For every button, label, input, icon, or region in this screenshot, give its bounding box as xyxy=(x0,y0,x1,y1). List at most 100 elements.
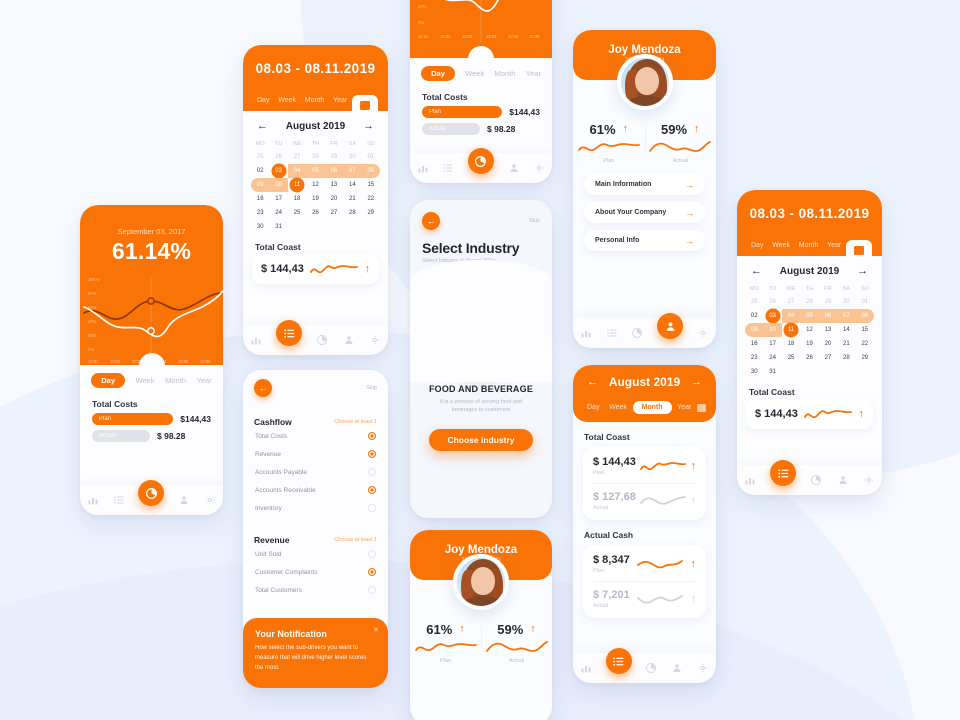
calendar-day[interactable]: 13 xyxy=(325,178,343,192)
calendar-day[interactable]: 11 xyxy=(288,178,306,192)
bar-chart-icon[interactable] xyxy=(250,334,262,346)
calendar-day[interactable]: 15 xyxy=(856,323,874,337)
tab-month[interactable]: Month xyxy=(165,376,186,385)
calendar-day[interactable]: 21 xyxy=(837,337,855,351)
calendar-day[interactable]: 14 xyxy=(837,323,855,337)
calendar-day[interactable]: 26 xyxy=(306,206,324,220)
calendar-day[interactable]: 30 xyxy=(837,295,855,309)
tab-year[interactable]: Year xyxy=(197,376,212,385)
calendar-day[interactable]: 26 xyxy=(763,295,781,309)
calendar-day[interactable]: 28 xyxy=(800,295,818,309)
calendar-day-grid[interactable]: 25 26 27 28 29 30 01 02 03 04 05 06 07 08 09 10 11 12 13 14… xyxy=(243,150,388,234)
person-icon[interactable] xyxy=(508,162,520,174)
calendar-day[interactable]: 10 xyxy=(763,323,782,337)
gear-icon[interactable] xyxy=(204,494,216,506)
bar-chart-icon[interactable] xyxy=(87,494,99,506)
calendar-day[interactable]: 02 xyxy=(745,309,763,323)
person-icon[interactable] xyxy=(837,474,849,486)
arrow-left-icon[interactable]: ← xyxy=(587,376,598,388)
arrow-left-icon[interactable]: ← xyxy=(751,266,762,277)
close-icon[interactable]: ✕ xyxy=(373,626,379,634)
radio-icon[interactable] xyxy=(368,550,376,558)
calendar-day[interactable]: 12 xyxy=(306,178,324,192)
calendar-day[interactable]: 08 xyxy=(361,164,380,178)
calendar-day[interactable]: 28 xyxy=(837,351,855,365)
list-icon[interactable] xyxy=(606,327,618,339)
tab-day[interactable]: Day xyxy=(91,373,126,388)
pie-chart-icon[interactable] xyxy=(645,662,657,674)
calendar-day[interactable]: 30 xyxy=(745,365,763,379)
calendar-day[interactable]: 19 xyxy=(800,337,818,351)
bar-chart-icon[interactable] xyxy=(417,162,429,174)
calendar-tab-icon[interactable] xyxy=(696,403,706,412)
calendar-day[interactable]: 14 xyxy=(343,178,361,192)
calendar-day[interactable]: 02 xyxy=(251,164,269,178)
bar-chart-icon[interactable] xyxy=(580,662,592,674)
radio-icon[interactable] xyxy=(368,486,376,494)
calendar-day[interactable]: 22 xyxy=(362,192,380,206)
actual-bar[interactable]: Actual xyxy=(92,430,150,442)
calendar-day[interactable]: 20 xyxy=(325,192,343,206)
calendar-day[interactable]: 27 xyxy=(325,206,343,220)
calendar-day[interactable]: 27 xyxy=(782,295,800,309)
cashflow-option-row[interactable]: Accounts Receivable xyxy=(243,481,388,499)
list-icon[interactable] xyxy=(113,494,125,506)
radio-icon[interactable] xyxy=(368,586,376,594)
tab-day[interactable]: Day xyxy=(747,240,767,251)
calendar-day[interactable]: 24 xyxy=(269,206,287,220)
tab-month[interactable]: Month xyxy=(301,95,328,106)
calendar-tab-icon[interactable] xyxy=(845,240,872,261)
calendar-day[interactable]: 05 xyxy=(306,164,325,178)
calendar-day[interactable]: 27 xyxy=(288,150,306,164)
calendar-day[interactable]: 18 xyxy=(782,337,800,351)
calendar-day[interactable]: 28 xyxy=(306,150,324,164)
calendar-day[interactable]: 24 xyxy=(763,351,781,365)
calendar-day[interactable]: 09 xyxy=(251,178,270,192)
tab-year[interactable]: Year xyxy=(329,95,351,106)
person-icon[interactable] xyxy=(178,494,190,506)
calendar-day[interactable]: 26 xyxy=(269,150,287,164)
calendar-day[interactable]: 05 xyxy=(800,309,819,323)
pie-chart-icon[interactable] xyxy=(631,327,643,339)
calendar-day[interactable]: 04 xyxy=(781,309,801,323)
calendar-day-grid[interactable]: 25 26 27 28 29 30 01 02 03 04 05 06 07 08 09 10 11 12 13 14… xyxy=(737,295,882,379)
calendar-day[interactable]: 29 xyxy=(819,295,837,309)
gear-icon[interactable] xyxy=(697,662,709,674)
calendar-day[interactable]: 03 xyxy=(269,164,287,178)
person-icon[interactable] xyxy=(343,334,355,346)
calendar-tab-icon[interactable] xyxy=(351,95,378,116)
radio-icon[interactable] xyxy=(368,432,376,440)
arrow-right-icon[interactable]: → xyxy=(857,266,868,277)
tab-week[interactable]: Week xyxy=(605,402,631,413)
cashflow-option-row[interactable]: Revenue xyxy=(243,445,388,463)
cashflow-option-row[interactable]: Total Costs xyxy=(243,427,388,445)
calendar-day[interactable]: 11 xyxy=(782,323,800,337)
cashflow-option-row[interactable]: Customer Complaints xyxy=(243,563,388,581)
calendar-day[interactable]: 21 xyxy=(343,192,361,206)
gear-icon[interactable] xyxy=(697,327,709,339)
skip-link[interactable]: Skip xyxy=(529,218,540,224)
list-icon[interactable] xyxy=(605,648,632,674)
calendar-day[interactable]: 06 xyxy=(818,309,838,323)
arrow-left-icon[interactable]: ← xyxy=(254,379,272,397)
tab-month[interactable]: Month xyxy=(795,240,822,251)
calendar-day[interactable]: 29 xyxy=(856,351,874,365)
calendar-day[interactable]: 19 xyxy=(306,192,324,206)
calendar-day[interactable]: 01 xyxy=(362,150,380,164)
calendar-day[interactable]: 31 xyxy=(763,365,781,379)
calendar-day[interactable]: 25 xyxy=(745,295,763,309)
actual-bar[interactable]: Actual xyxy=(422,123,480,135)
arrow-right-icon[interactable]: → xyxy=(363,121,374,132)
tab-year[interactable]: Year xyxy=(823,240,845,251)
calendar-day[interactable]: 07 xyxy=(837,309,856,323)
tab-day[interactable]: Day xyxy=(583,402,603,413)
link-about-your-company[interactable]: About Your Company → xyxy=(584,202,705,223)
calendar-day[interactable]: 20 xyxy=(819,337,837,351)
calendar-day[interactable]: 17 xyxy=(269,192,287,206)
calendar-day[interactable]: 25 xyxy=(782,351,800,365)
tab-week[interactable]: Week xyxy=(465,69,484,78)
calendar-day[interactable]: 23 xyxy=(251,206,269,220)
radio-icon[interactable] xyxy=(368,468,376,476)
list-icon[interactable] xyxy=(770,460,797,486)
calendar-day[interactable]: 12 xyxy=(800,323,818,337)
